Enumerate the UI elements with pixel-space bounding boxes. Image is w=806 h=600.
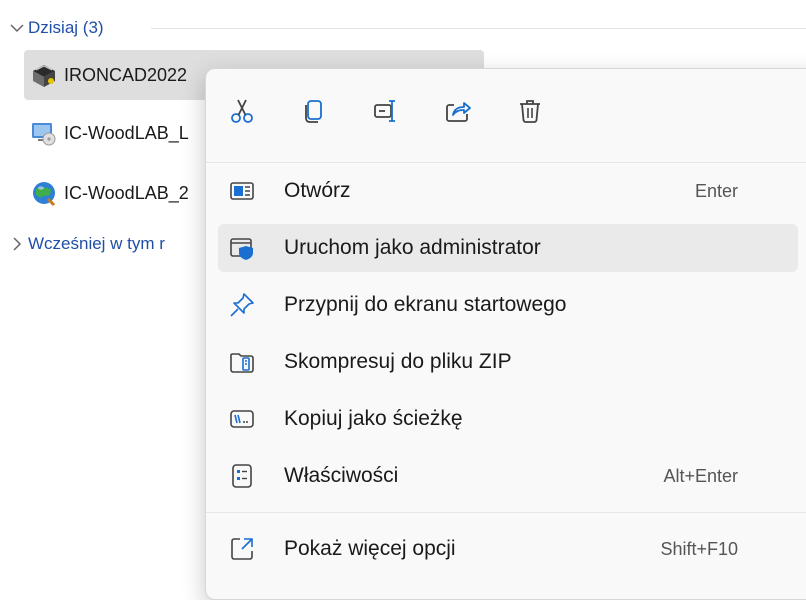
installer-icon xyxy=(32,123,56,146)
group-divider xyxy=(151,28,806,29)
menu-item-label: Właściwości xyxy=(284,464,399,487)
file-name: IC-WoodLAB_2 xyxy=(64,182,189,203)
menu-divider xyxy=(206,512,806,513)
chevron-down-icon xyxy=(6,23,28,33)
properties-icon xyxy=(232,464,252,488)
menu-item-open[interactable]: Otwórz Enter xyxy=(218,167,798,215)
menu-item-label: Skompresuj do pliku ZIP xyxy=(284,350,512,373)
group-label-today: Dzisiaj (3) xyxy=(28,18,104,37)
open-icon xyxy=(230,182,254,200)
menu-item-copy-path[interactable]: Kopiuj jako ścieżkę xyxy=(218,395,798,443)
file-name: IC-WoodLAB_L xyxy=(64,122,189,143)
rename-button[interactable] xyxy=(364,89,408,133)
chevron-right-icon xyxy=(6,237,28,251)
menu-item-compress-zip[interactable]: Skompresuj do pliku ZIP xyxy=(218,338,798,386)
copy-path-icon xyxy=(230,410,254,428)
menu-item-label: Otwórz xyxy=(284,179,351,202)
file-name: IRONCAD2022 xyxy=(64,64,188,85)
pin-icon xyxy=(230,293,254,317)
share-button[interactable] xyxy=(436,89,480,133)
cut-button[interactable] xyxy=(220,89,264,133)
copy-button[interactable] xyxy=(292,89,336,133)
menu-item-shortcut: Alt+Enter xyxy=(663,465,738,486)
menu-item-pin-start[interactable]: Przypnij do ekranu startowego xyxy=(218,281,798,329)
delete-button[interactable] xyxy=(508,89,552,133)
group-label-earlier: Wcześniej w tym r xyxy=(28,234,165,253)
menu-item-label: Uruchom jako administrator xyxy=(284,236,541,259)
more-options-icon xyxy=(231,538,253,560)
cut-icon xyxy=(231,99,253,123)
context-menu: Otwórz Enter Uruchom jako administrator … xyxy=(205,68,806,600)
delete-icon xyxy=(520,100,540,123)
group-header-earlier[interactable]: Wcześniej w tym r xyxy=(6,230,165,258)
ironcad-app-icon xyxy=(33,65,55,87)
context-toolbar xyxy=(220,89,552,135)
zip-icon xyxy=(230,353,254,373)
menu-item-shortcut: Enter xyxy=(694,180,738,201)
menu-item-label: Kopiuj jako ścieżkę xyxy=(284,407,463,430)
menu-item-label: Pokaż więcej opcji xyxy=(284,537,456,560)
group-header-today[interactable]: Dzisiaj (3) xyxy=(6,14,806,42)
rename-icon xyxy=(374,100,395,122)
menu-item-shortcut: Shift+F10 xyxy=(660,538,738,559)
run-as-admin-icon xyxy=(230,238,253,260)
menu-item-properties[interactable]: Właściwości Alt+Enter xyxy=(218,452,798,500)
globe-app-icon xyxy=(33,182,56,207)
share-icon xyxy=(446,102,471,122)
menu-item-label: Przypnij do ekranu startowego xyxy=(284,293,567,316)
toolbar-divider xyxy=(206,162,806,163)
menu-item-run-as-admin[interactable]: Uruchom jako administrator xyxy=(218,224,798,272)
copy-icon xyxy=(305,100,322,123)
menu-item-show-more[interactable]: Pokaż więcej opcji Shift+F10 xyxy=(218,525,798,573)
